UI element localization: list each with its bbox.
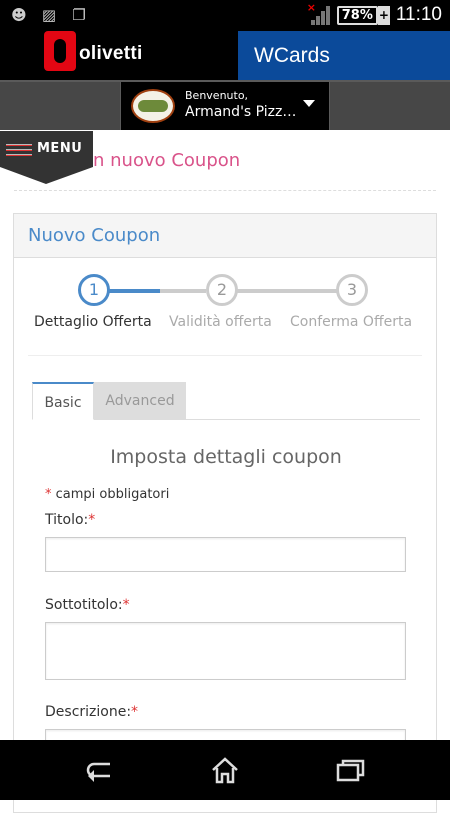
back-icon[interactable] [80,754,120,786]
welcome-text: Benvenuto, [185,89,249,102]
recent-apps-icon[interactable] [330,754,370,786]
menu-button[interactable]: MENU [0,131,93,167]
tab-basic[interactable]: Basic [32,382,94,420]
wizard-steps: 1 2 3 Dettaglio Offerta Validità offerta… [14,274,438,344]
step-2-circle[interactable]: 2 [206,274,238,306]
step-3-label: Conferma Offerta [290,314,413,330]
system-nav-bar [0,740,450,800]
required-star: * [88,512,96,528]
home-icon[interactable] [205,754,245,786]
shop-selector[interactable]: Benvenuto, Armand's Pizz… [121,82,329,130]
step-connector [236,289,338,293]
mask-icon: ☻ [11,6,27,24]
step-connector [108,289,160,293]
menu-label: MENU [37,141,83,156]
step-3-circle[interactable]: 3 [336,274,368,306]
step-1-label: Dettaglio Offerta [34,314,152,330]
clock: 11:10 [395,4,442,25]
chevron-down-icon [303,100,315,107]
required-note-text: campi obbligatori [55,487,170,502]
shop-bar: Benvenuto, Armand's Pizz… [0,80,450,130]
sottotitolo-label: Sottotitolo:* [45,597,130,613]
form-heading: Imposta dettagli coupon [110,446,342,468]
app-title[interactable]: WCards [238,31,450,80]
sottotitolo-input[interactable] [45,622,406,680]
step-connector [160,289,206,293]
titolo-label: Titolo:* [45,512,95,528]
panel-title: Nuovo Coupon [14,214,436,258]
titolo-label-text: Titolo: [45,512,89,528]
shop-bar-left [0,82,120,130]
menu-tab-tail [0,167,93,184]
step-1-circle[interactable]: 1 [78,274,110,306]
required-note: * campi obbligatori [45,487,169,502]
app-header: olivetti WCards [0,31,450,80]
step-2-label: Validità offerta [169,314,272,330]
required-star: * [131,704,139,720]
window-icon: ❐ [72,6,86,24]
battery-icon: 78% [336,5,378,25]
divider [14,190,436,191]
battery-level: 78% [341,7,373,23]
hamburger-icon [6,144,32,159]
coupon-panel: Nuovo Coupon 1 2 3 Dettaglio Offerta Val… [13,213,437,813]
descrizione-label-text: Descrizione: [45,704,132,720]
required-star: * [45,487,52,502]
status-bar: ☻ ▨ ❐ × 78% + 11:10 [0,0,450,31]
brand-name: olivetti [79,43,143,64]
required-star: * [122,597,130,613]
descrizione-label: Descrizione:* [45,704,138,720]
tab-advanced[interactable]: Advanced [94,382,186,420]
image-icon: ▨ [41,6,57,24]
shop-logo [131,89,175,123]
signal-icon: × [307,1,331,25]
logo-mark [44,31,76,71]
olivetti-logo[interactable]: olivetti [44,31,143,71]
divider [28,355,422,356]
titolo-input[interactable] [45,537,406,572]
shop-name: Armand's Pizz… [185,104,297,120]
sottotitolo-label-text: Sottotitolo: [45,597,123,613]
form-tabs: Basic Advanced [32,382,420,420]
charging-icon: + [377,5,390,25]
shop-bar-right [330,82,450,130]
page-title: n nuovo Coupon [93,150,241,171]
